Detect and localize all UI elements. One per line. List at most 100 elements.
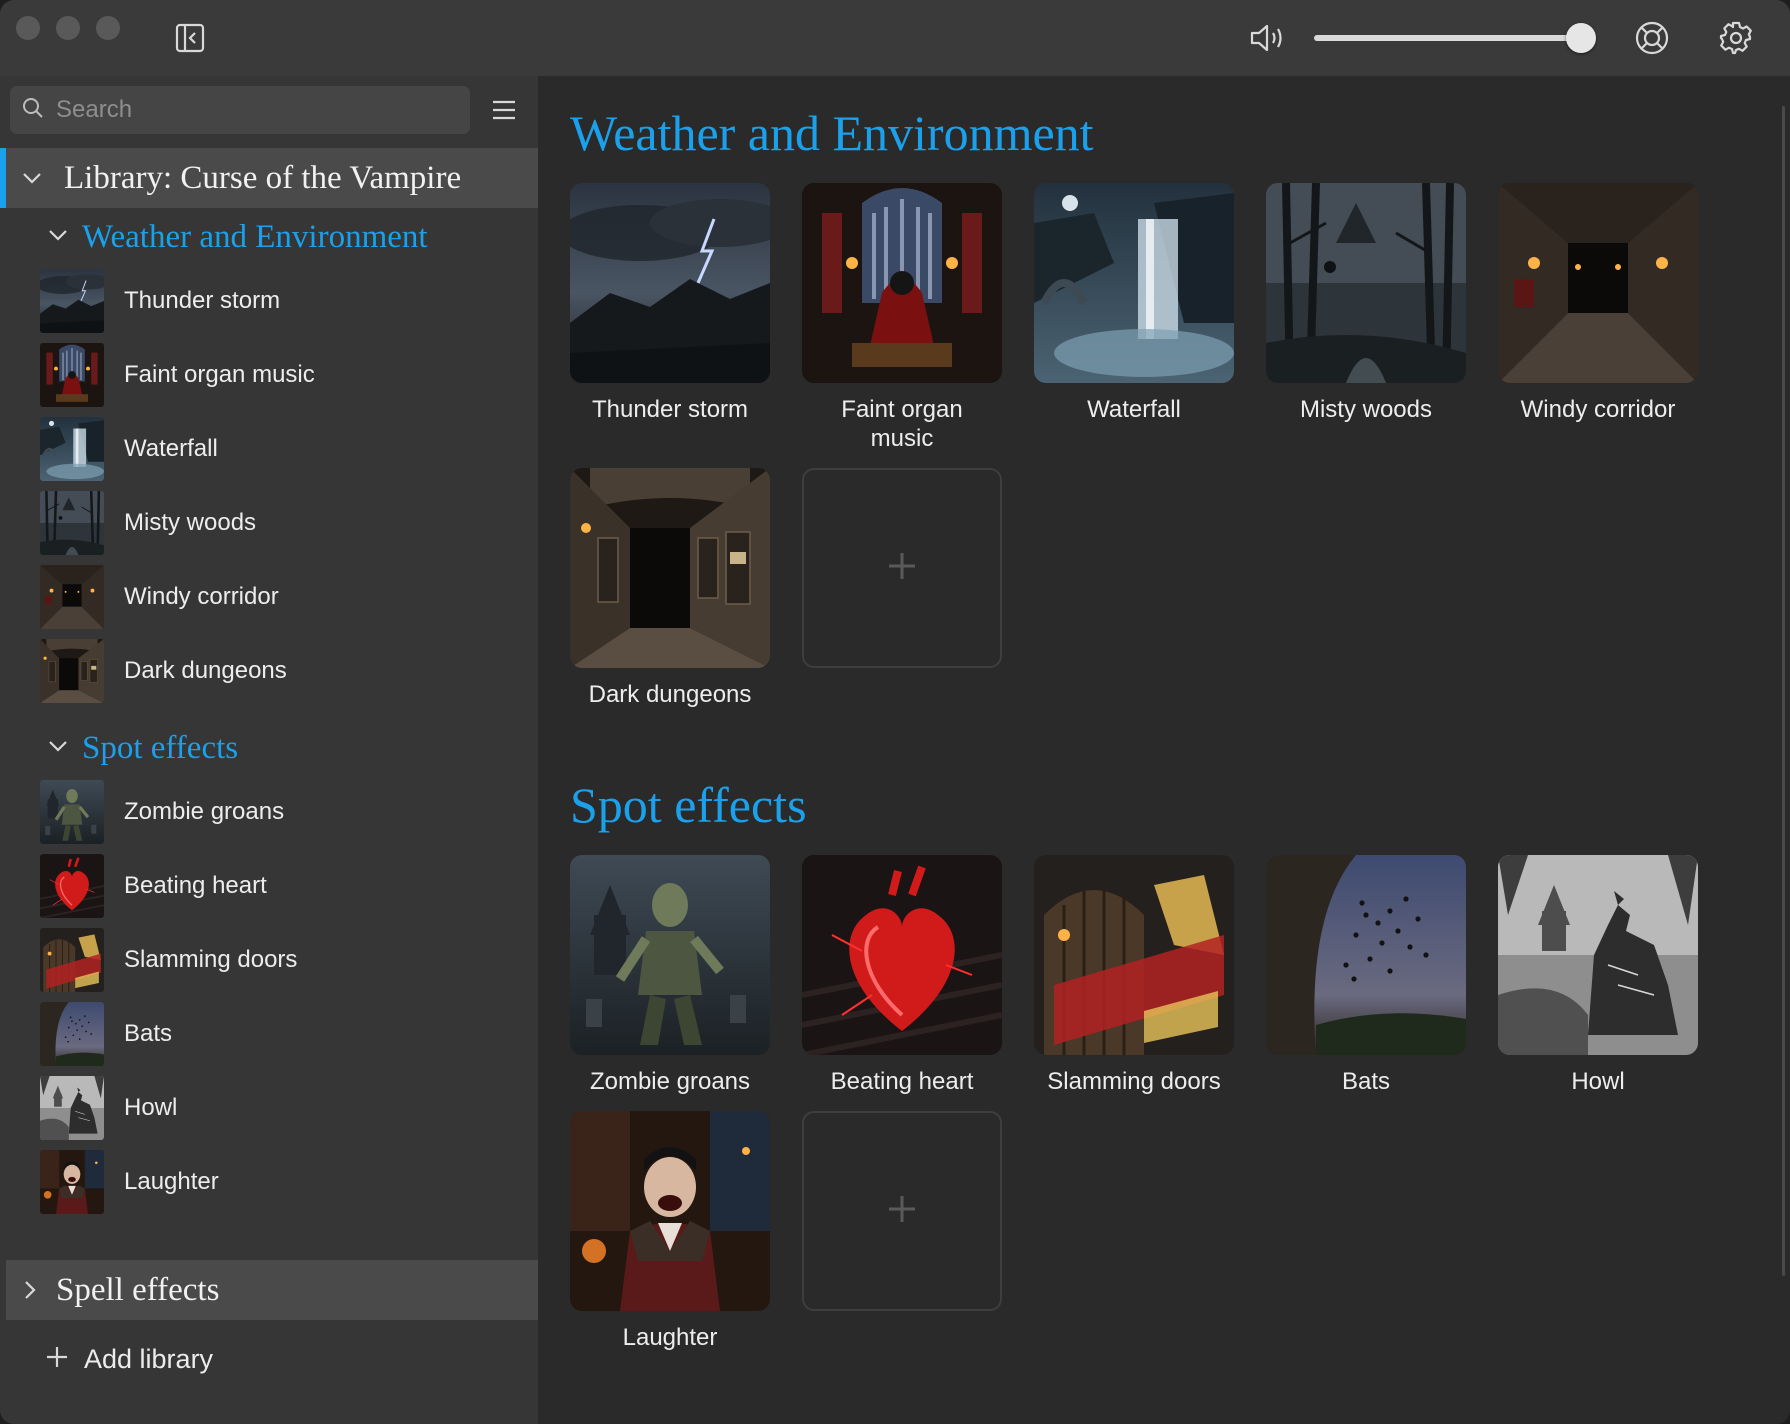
- library-header[interactable]: Library: Curse of the Vampire: [0, 148, 538, 208]
- dungeon-image: [570, 468, 770, 668]
- tile-label: Slamming doors: [1047, 1068, 1221, 1095]
- volume-slider-track[interactable]: [1314, 35, 1584, 41]
- sidebar-item-label: Laughter: [124, 1168, 219, 1195]
- organ-thumbnail: [40, 343, 104, 407]
- zombie-image: [570, 855, 770, 1055]
- lifebuoy-icon[interactable]: [1632, 18, 1672, 58]
- zoom-window-button[interactable]: [96, 16, 120, 40]
- hamburger-menu-icon[interactable]: [488, 94, 520, 126]
- sound-tile-slamming-doors[interactable]: Slamming doors: [1034, 855, 1234, 1096]
- vampire-thumbnail: [40, 1150, 104, 1214]
- tile-label: Waterfall: [1087, 396, 1181, 423]
- close-window-button[interactable]: [16, 16, 40, 40]
- title-bar: [0, 0, 1790, 76]
- wolf-thumbnail: [40, 1076, 104, 1140]
- sidebar-item-dark-dungeons[interactable]: Dark dungeons: [40, 634, 520, 708]
- vampire-image: [570, 1111, 770, 1311]
- sidebar-item-misty-woods[interactable]: Misty woods: [40, 486, 520, 560]
- sound-tile-zombie-groans[interactable]: Zombie groans: [570, 855, 770, 1096]
- chevron-right-icon[interactable]: [10, 1280, 50, 1300]
- sidebar-item-label: Waterfall: [124, 435, 218, 462]
- sidebar-item-faint-organ-music[interactable]: Faint organ music: [40, 338, 520, 412]
- door-artwork: [1034, 855, 1234, 1055]
- zombie-thumbnail: [40, 780, 104, 844]
- waterfall-image: [40, 417, 104, 481]
- plus-icon: [44, 1344, 70, 1375]
- group-header-weather[interactable]: Weather and Environment: [48, 214, 428, 260]
- dungeon-image: [40, 639, 104, 703]
- sidebar-item-label: Misty woods: [124, 509, 257, 536]
- heart-artwork: [802, 855, 1002, 1055]
- thunder-storm-artwork: [570, 183, 770, 383]
- sidebar-item-label: Beating heart: [124, 872, 267, 899]
- door-thumbnail: [40, 928, 104, 992]
- chevron-down-icon[interactable]: [48, 739, 68, 758]
- sidebar-item-label: Windy corridor: [124, 583, 279, 610]
- search-field[interactable]: [10, 86, 470, 134]
- add-sound-button[interactable]: [802, 468, 1002, 668]
- sidebar-item-label: Dark dungeons: [124, 657, 287, 684]
- sound-tile-beating-heart[interactable]: Beating heart: [802, 855, 1002, 1096]
- organ-image: [40, 343, 104, 407]
- storm-image: [40, 269, 104, 333]
- tile-label: Faint organ music: [841, 396, 963, 452]
- tile-label: Howl: [1571, 1068, 1625, 1095]
- sidebar-item-thunder-storm[interactable]: Thunder storm: [40, 264, 520, 338]
- tile-label: Beating heart: [830, 1068, 974, 1095]
- sound-tile-thunder-storm[interactable]: Thunder storm: [570, 183, 770, 424]
- sound-tile-misty-woods[interactable]: Misty woods: [1266, 183, 1466, 424]
- search-input[interactable]: [56, 96, 456, 124]
- sound-tile-laughter[interactable]: Laughter: [570, 1111, 770, 1352]
- tile-label: Bats: [1341, 1068, 1391, 1095]
- bats-image: [1266, 855, 1466, 1055]
- waterfall-thumbnail: [40, 417, 104, 481]
- sound-tile-faint-organ-music[interactable]: Faint organ music: [802, 183, 1002, 453]
- scrollbar[interactable]: [1782, 106, 1785, 1276]
- corridor-image: [1498, 183, 1698, 383]
- tile-label: Misty woods: [1299, 396, 1433, 423]
- tile-label: Zombie groans: [589, 1068, 751, 1095]
- speaker-icon[interactable]: [1246, 18, 1290, 58]
- tile-label: Dark dungeons: [588, 681, 752, 708]
- wolf-image: [1498, 855, 1698, 1055]
- search-icon: [22, 97, 44, 124]
- sound-tile-windy-corridor[interactable]: Windy corridor: [1498, 183, 1698, 424]
- minimize-window-button[interactable]: [56, 16, 80, 40]
- bats-image: [40, 1002, 104, 1066]
- sidebar-item-label: Slamming doors: [124, 946, 298, 973]
- library-header-spell-effects[interactable]: Spell effects: [6, 1260, 538, 1320]
- wolf-artwork: [1498, 855, 1698, 1055]
- add-sound-button[interactable]: [802, 1111, 1002, 1311]
- sidebar-item-label: Thunder storm: [124, 287, 281, 314]
- sound-tile-howl[interactable]: Howl: [1498, 855, 1698, 1096]
- volume-slider-handle[interactable]: [1566, 23, 1596, 53]
- sidebar-item-bats[interactable]: Bats: [40, 997, 520, 1071]
- sidebar-item-laughter[interactable]: Laughter: [40, 1145, 520, 1219]
- sidebar-item-zombie-groans[interactable]: Zombie groans: [40, 775, 520, 849]
- sidebar-list-weather: Thunder storm Faint organ music Waterfal…: [40, 264, 520, 708]
- add-library-button[interactable]: Add library: [44, 1334, 213, 1384]
- selection-indicator: [0, 148, 6, 208]
- sidebar-toggle-icon[interactable]: [172, 20, 208, 56]
- corridor-thumbnail: [40, 565, 104, 629]
- sidebar-item-label: Bats: [124, 1020, 173, 1047]
- sound-tile-dark-dungeons[interactable]: Dark dungeons: [570, 468, 770, 709]
- sidebar-item-beating-heart[interactable]: Beating heart: [40, 849, 520, 923]
- dungeon-thumbnail: [40, 639, 104, 703]
- organ-image: [802, 183, 1002, 383]
- sidebar-item-howl[interactable]: Howl: [40, 1071, 520, 1145]
- door-image: [1034, 855, 1234, 1055]
- chevron-down-icon[interactable]: [12, 171, 52, 185]
- group-title: Spot effects: [82, 729, 239, 766]
- sidebar-item-waterfall[interactable]: Waterfall: [40, 412, 520, 486]
- tile-label: Windy corridor: [1520, 396, 1676, 423]
- sidebar-item-windy-corridor[interactable]: Windy corridor: [40, 560, 520, 634]
- chevron-down-icon[interactable]: [48, 228, 68, 247]
- sidebar-item-slamming-doors[interactable]: Slamming doors: [40, 923, 520, 997]
- woods-image: [1266, 183, 1466, 383]
- sound-tile-bats[interactable]: Bats: [1266, 855, 1466, 1096]
- library-title: Spell effects: [56, 1271, 220, 1308]
- gear-icon[interactable]: [1716, 18, 1756, 58]
- sound-tile-waterfall[interactable]: Waterfall: [1034, 183, 1234, 424]
- group-header-spot-effects[interactable]: Spot effects: [48, 725, 238, 771]
